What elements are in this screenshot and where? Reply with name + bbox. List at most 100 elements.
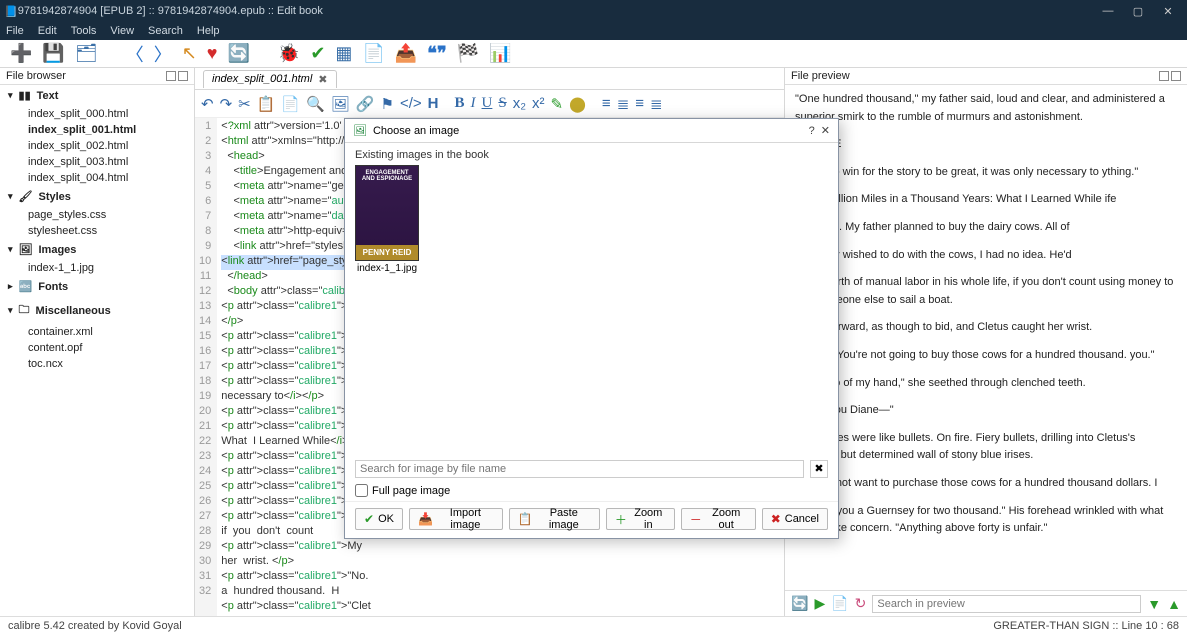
ok-button[interactable]: ✔OK <box>355 508 403 530</box>
align-right-icon[interactable]: ≡ <box>635 95 644 112</box>
heart-icon[interactable]: ♥ <box>207 43 218 64</box>
zoom-in-button[interactable]: ＋Zoom in <box>606 508 675 530</box>
status-right: GREATER-THAN SIGN :: Line 10 : 68 <box>993 620 1179 632</box>
tab-close-icon[interactable]: ✖ <box>318 73 327 86</box>
subscript-icon[interactable]: x₂ <box>513 95 526 112</box>
search-icon[interactable]: 🔍 <box>306 95 325 113</box>
search-prev-icon[interactable]: ▲ <box>1167 596 1181 612</box>
underline-icon[interactable]: U <box>482 95 493 112</box>
file-item[interactable]: index_split_002.html <box>0 138 194 154</box>
color-icon[interactable]: ✎ <box>551 95 564 113</box>
thumb-title: ENGAGEMENT AND ESPIONAGE <box>356 166 418 186</box>
align-center-icon[interactable]: ≣ <box>617 95 630 113</box>
preview-play-icon[interactable]: ▶ <box>814 595 825 612</box>
close-button[interactable]: ✕ <box>1153 5 1183 18</box>
box-icon[interactable]: ▦ <box>335 43 352 64</box>
search-next-icon[interactable]: ▼ <box>1147 596 1161 612</box>
save-icon[interactable]: 💾 <box>42 43 64 64</box>
heading-icon[interactable]: H <box>428 95 439 112</box>
file-item[interactable]: index-1_1.jpg <box>0 260 194 276</box>
export-icon[interactable]: 📤 <box>395 43 417 64</box>
preview-paragraph: epped forward, as though to bid, and Cle… <box>795 319 1177 337</box>
app-icon: 📘 <box>4 5 18 18</box>
check-icon[interactable]: ✔ <box>310 43 325 64</box>
strike-icon[interactable]: S <box>498 95 506 112</box>
flag-icon[interactable]: ⚑ <box>381 95 394 113</box>
back-icon[interactable]: 〈 <box>126 41 144 67</box>
preview-body: "One hundred thousand," my father said, … <box>785 85 1187 590</box>
cut-icon[interactable]: ✂ <box>238 95 251 113</box>
thumb-author: PENNY REID <box>356 245 418 260</box>
panel-toggle-icons[interactable] <box>1159 71 1181 81</box>
section-styles[interactable]: ▾🖌Styles <box>0 186 194 207</box>
title-bar: 📘 9781942874904 [EPUB 2] :: 978194287490… <box>0 0 1187 22</box>
cursor-icon[interactable]: ↖ <box>182 43 197 64</box>
italic-icon[interactable]: I <box>471 95 476 112</box>
undo-icon[interactable]: ↶ <box>201 95 214 113</box>
section-misc[interactable]: ▾🗀Miscellaneous <box>0 297 194 324</box>
preview-pane: File preview "One hundred thousand," my … <box>785 68 1187 616</box>
image-thumbnail[interactable]: ENGAGEMENT AND ESPIONAGE PENNY REID inde… <box>355 165 419 274</box>
paste-image-button[interactable]: 📋Paste image <box>509 508 600 530</box>
file-item[interactable]: page_styles.css <box>0 207 194 223</box>
section-text[interactable]: ▾▮▮Text <box>0 85 194 106</box>
doc-icon[interactable]: 📄 <box>362 43 384 64</box>
zoom-out-button[interactable]: －Zoom out <box>681 508 756 530</box>
file-item[interactable]: container.xml <box>0 324 194 340</box>
file-item[interactable]: index_split_001.html <box>0 122 194 138</box>
file-item[interactable]: index_split_003.html <box>0 154 194 170</box>
preview-page-icon[interactable]: 📄 <box>831 595 848 612</box>
section-images[interactable]: ▾🖼Images <box>0 239 194 260</box>
menu-help[interactable]: Help <box>197 25 220 37</box>
chart-icon[interactable]: 📊 <box>489 43 511 64</box>
preview-search-input[interactable] <box>872 595 1141 613</box>
quotes-icon[interactable]: ❝❞ <box>427 43 446 64</box>
full-page-checkbox[interactable] <box>355 484 368 497</box>
preview-paragraph: on, let go of my hand," she seethed thro… <box>795 375 1177 393</box>
menu-edit[interactable]: Edit <box>38 25 57 37</box>
full-page-checkbox-row[interactable]: Full page image <box>345 482 838 501</box>
paste-icon[interactable]: 📄 <box>281 95 300 113</box>
link-icon[interactable]: 🔗 <box>356 95 375 113</box>
import-image-button[interactable]: 📥Import image <box>409 508 503 530</box>
redo-icon[interactable]: ↷ <box>220 95 233 113</box>
align-left-icon[interactable]: ≡ <box>602 95 611 112</box>
file-item[interactable]: stylesheet.css <box>0 223 194 239</box>
menu-view[interactable]: View <box>110 25 134 37</box>
image-insert-icon[interactable]: 🖼 <box>331 95 350 113</box>
menu-search[interactable]: Search <box>148 25 183 37</box>
main-toolbar: ➕ 💾 🗂 〈 〉 ↖ ♥ 🔄 🐞 ✔ ▦ 📄 📤 ❝❞ 🏁 📊 <box>0 40 1187 68</box>
menu-tools[interactable]: Tools <box>71 25 97 37</box>
preview-refresh-icon[interactable]: 🔄 <box>791 595 808 612</box>
dialog-search-input[interactable] <box>355 460 804 478</box>
section-fonts[interactable]: ▸🔤Fonts <box>0 276 194 297</box>
dialog-close-icon[interactable]: ✕ <box>821 124 830 137</box>
flag-icon[interactable]: 🏁 <box>457 43 479 64</box>
dialog-help-icon[interactable]: ? <box>809 125 815 137</box>
file-item[interactable]: content.opf <box>0 340 194 356</box>
dialog-clear-icon[interactable]: ✖ <box>810 460 828 478</box>
forward-icon[interactable]: 〉 <box>154 41 172 67</box>
new-file-icon[interactable]: ➕ <box>10 43 32 64</box>
text-icon: ▮▮ <box>19 89 31 102</box>
bold-icon[interactable]: B <box>455 95 465 112</box>
preview-reload-icon[interactable]: ↻ <box>855 595 867 612</box>
align-justify-icon[interactable]: ≣ <box>650 95 663 113</box>
minimize-button[interactable]: — <box>1093 5 1123 17</box>
open-icon[interactable]: 🗂 <box>75 43 98 64</box>
cancel-button[interactable]: ✖Cancel <box>762 508 828 530</box>
file-item[interactable]: index_split_004.html <box>0 170 194 186</box>
tab-active[interactable]: index_split_001.html ✖ <box>203 70 337 88</box>
highlight-icon[interactable]: ⬤ <box>569 95 586 113</box>
file-item[interactable]: toc.ncx <box>0 356 194 372</box>
maximize-button[interactable]: ▢ <box>1123 5 1153 18</box>
bug-icon[interactable]: 🐞 <box>278 43 300 64</box>
code-icon[interactable]: </> <box>400 95 422 112</box>
copy-icon[interactable]: 📋 <box>257 95 276 113</box>
refresh-icon[interactable]: 🔄 <box>227 43 249 64</box>
panel-toggle-icons[interactable] <box>166 71 188 81</box>
superscript-icon[interactable]: x² <box>532 95 545 112</box>
file-item[interactable]: index_split_000.html <box>0 106 194 122</box>
menu-file[interactable]: File <box>6 25 24 37</box>
import-icon: 📥 <box>418 512 433 526</box>
